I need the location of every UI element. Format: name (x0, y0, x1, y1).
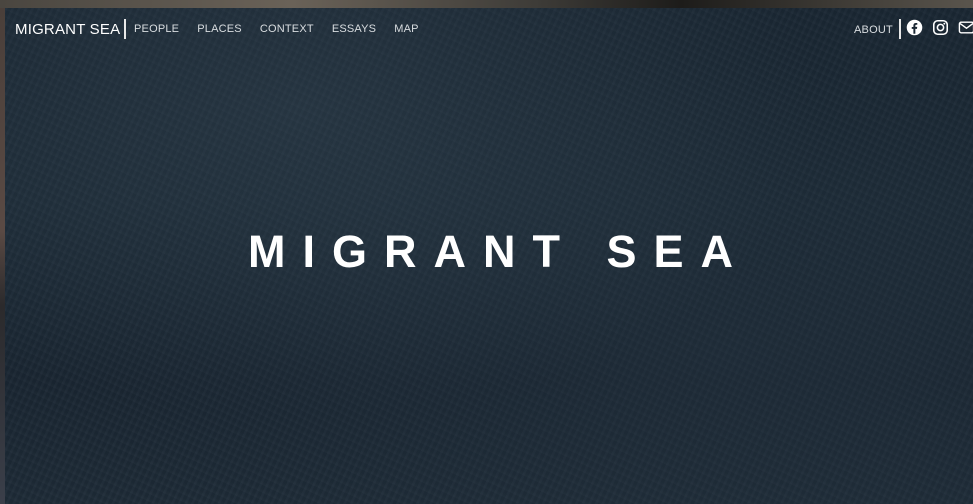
nav-link-about[interactable]: ABOUT (854, 24, 893, 36)
nav-divider-right (899, 19, 901, 39)
nav-link-people[interactable]: PEOPLE (134, 23, 179, 35)
nav-link-places[interactable]: PLACES (197, 23, 242, 35)
hero-title: MIGRANT SEA (248, 226, 750, 277)
background-window-strip-top (0, 0, 973, 8)
nav-link-essays[interactable]: ESSAYS (332, 23, 376, 35)
nav-link-context[interactable]: CONTEXT (260, 23, 314, 35)
nav-link-map[interactable]: MAP (394, 23, 418, 35)
top-navigation: MIGRANT SEA PEOPLE PLACES CONTEXT ESSAYS… (5, 8, 973, 50)
nav-divider-left (124, 19, 126, 39)
instagram-icon[interactable] (932, 19, 949, 36)
browser-viewport: MIGRANT SEA PEOPLE PLACES CONTEXT ESSAYS… (0, 0, 973, 504)
mail-icon[interactable] (958, 19, 973, 36)
facebook-icon[interactable] (906, 19, 923, 36)
hero-section: MIGRANT SEA PEOPLE PLACES CONTEXT ESSAYS… (5, 8, 973, 504)
nav-links: PEOPLE PLACES CONTEXT ESSAYS MAP (134, 23, 437, 35)
brand-logo-link[interactable]: MIGRANT SEA (15, 21, 120, 38)
